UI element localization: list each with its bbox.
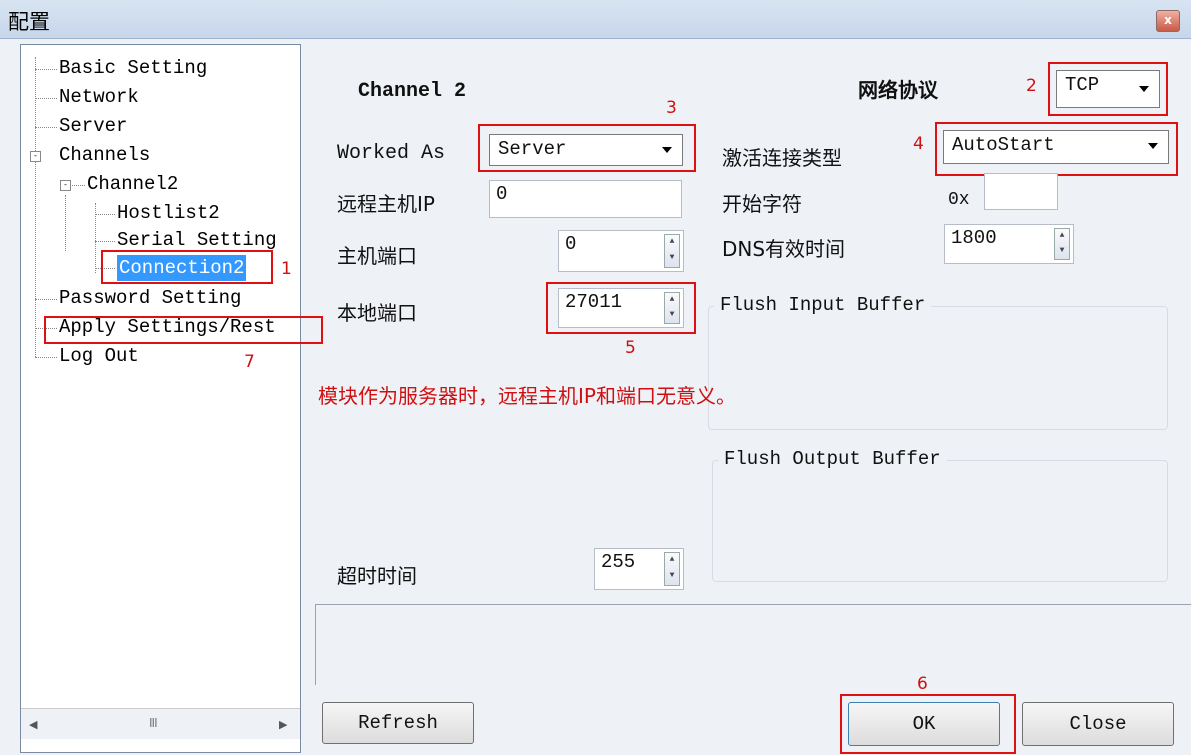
spin-up-icon[interactable]: ▲ — [1055, 229, 1069, 244]
scroll-right-icon[interactable]: ▶ — [279, 718, 287, 731]
timeout-spinner[interactable]: ▲ ▼ — [664, 552, 680, 586]
close-button[interactable]: Close — [1022, 702, 1174, 746]
tree-item-basic-setting[interactable]: Basic Setting — [59, 55, 207, 81]
channels-collapse-icon[interactable]: - — [30, 151, 41, 162]
timeout-input[interactable]: 255 ▲ ▼ — [594, 548, 684, 590]
protocol-select-value: TCP — [1065, 74, 1100, 96]
tree-connector — [35, 57, 36, 357]
flush-input-title: Flush Input Buffer — [714, 294, 932, 316]
spin-down-icon[interactable]: ▼ — [1055, 244, 1069, 259]
tree-connector — [95, 214, 115, 215]
spin-up-icon[interactable]: ▲ — [665, 293, 679, 308]
annotation-box-apply-settings — [44, 316, 323, 344]
chevron-down-icon — [1148, 143, 1158, 149]
tree-connector — [35, 299, 57, 300]
annotation-number-4: 4 — [913, 134, 924, 154]
tree-item-log-out[interactable]: Log Out — [59, 343, 139, 369]
local-port-label: 本地端口 — [337, 301, 417, 325]
tree-horizontal-scrollbar[interactable]: ◀ III ▶ — [21, 708, 300, 739]
ok-button[interactable]: OK — [848, 702, 1000, 746]
spin-down-icon[interactable]: ▼ — [665, 569, 679, 585]
annotation-number-3: 3 — [666, 98, 677, 118]
start-char-prefix: 0x — [948, 190, 970, 210]
worked-as-label: Worked As — [337, 142, 446, 165]
activation-type-select-value: AutoStart — [952, 134, 1055, 156]
tree-item-channel2[interactable]: Channel2 — [87, 171, 178, 197]
timeout-label: 超时时间 — [337, 564, 417, 588]
window-close-button[interactable]: x — [1156, 10, 1180, 32]
activation-type-select[interactable]: AutoStart — [943, 130, 1169, 164]
local-port-value: 27011 — [565, 291, 623, 313]
annotation-number-2: 2 — [1026, 76, 1037, 96]
flush-input-group — [708, 306, 1168, 430]
chevron-down-icon — [1139, 86, 1149, 92]
chevron-down-icon — [662, 147, 672, 153]
dns-ttl-input[interactable]: 1800 ▲ ▼ — [944, 224, 1074, 264]
settings-tree[interactable]: - - Basic Setting Network Server Channel… — [20, 44, 301, 753]
tree-connector — [35, 127, 57, 128]
host-port-value: 0 — [565, 233, 577, 255]
remote-ip-input[interactable]: 0 — [489, 180, 682, 218]
tree-connector — [35, 357, 57, 358]
channel2-collapse-icon[interactable]: - — [60, 180, 71, 191]
tree-item-server[interactable]: Server — [59, 113, 127, 139]
protocol-select[interactable]: TCP — [1056, 70, 1160, 108]
tree-connector — [35, 98, 57, 99]
annotation-number-6: 6 — [917, 674, 928, 694]
spin-down-icon[interactable]: ▼ — [665, 308, 679, 323]
refresh-button[interactable]: Refresh — [322, 702, 474, 744]
local-port-input[interactable]: 27011 ▲ ▼ — [558, 288, 684, 328]
local-port-spinner[interactable]: ▲ ▼ — [664, 292, 680, 324]
annotation-number-1: 1 — [281, 259, 292, 279]
timeout-value: 255 — [601, 551, 636, 573]
tree-item-channels[interactable]: Channels — [59, 142, 150, 168]
tree-item-hostlist2[interactable]: Hostlist2 — [117, 200, 220, 226]
host-port-label: 主机端口 — [337, 244, 417, 268]
tree-connector — [35, 69, 57, 70]
dns-ttl-value: 1800 — [951, 227, 997, 249]
start-char-label: 开始字符 — [722, 192, 802, 216]
tree-item-network[interactable]: Network — [59, 84, 139, 110]
annotation-number-7: 7 — [244, 352, 255, 372]
tree-item-password-setting[interactable]: Password Setting — [59, 285, 241, 311]
title-bar — [0, 0, 1191, 39]
spin-up-icon[interactable]: ▲ — [665, 235, 679, 251]
start-char-input[interactable] — [984, 173, 1058, 210]
activation-label: 激活连接类型 — [722, 146, 842, 170]
worked-as-select-value: Server — [498, 138, 567, 160]
host-port-input[interactable]: 0 ▲ ▼ — [558, 230, 684, 272]
annotation-number-5: 5 — [625, 338, 636, 358]
server-mode-note: 模块作为服务器时，远程主机IP和端口无意义。 — [318, 384, 736, 408]
scroll-thumb[interactable]: III — [149, 716, 158, 730]
spin-down-icon[interactable]: ▼ — [665, 251, 679, 267]
annotation-box-connection2 — [101, 250, 273, 284]
dns-label: DNS有效时间 — [722, 237, 846, 261]
remote-ip-label: 远程主机IP — [337, 192, 435, 216]
tree-connector — [65, 195, 66, 251]
tree-connector — [95, 241, 115, 242]
spin-up-icon[interactable]: ▲ — [665, 553, 679, 569]
protocol-label: 网络协议 — [858, 78, 938, 102]
flush-output-title: Flush Output Buffer — [718, 448, 947, 470]
dns-ttl-spinner[interactable]: ▲ ▼ — [1054, 228, 1070, 260]
window-title: 配置 — [8, 10, 50, 34]
host-port-spinner[interactable]: ▲ ▼ — [664, 234, 680, 268]
flush-output-group — [712, 460, 1168, 582]
worked-as-select[interactable]: Server — [489, 134, 683, 166]
status-area — [315, 604, 1191, 685]
channel-title: Channel 2 — [358, 80, 467, 103]
scroll-left-icon[interactable]: ◀ — [29, 718, 37, 731]
